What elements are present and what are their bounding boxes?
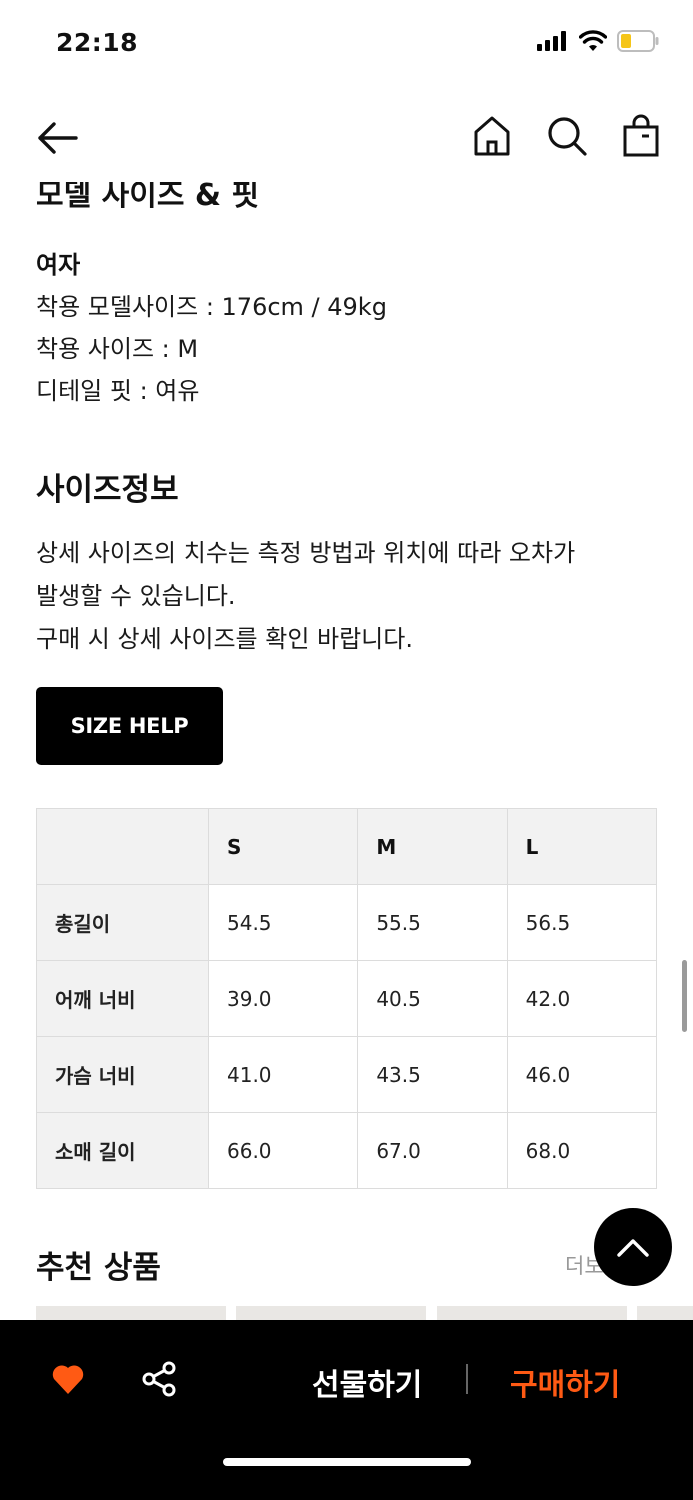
- recommend-title: 추천 상품: [36, 1250, 161, 1286]
- table-header-row: S M L: [36, 808, 658, 885]
- buy-button[interactable]: 구매하기: [510, 1360, 620, 1404]
- home-icon[interactable]: [472, 114, 512, 158]
- table-row-label: 소매 길이: [36, 1112, 209, 1189]
- table-row: 어깨 너비 39.0 40.5 42.0: [36, 960, 658, 1037]
- table-cell: 40.5: [357, 960, 508, 1037]
- table-row: 소매 길이 66.0 67.0 68.0: [36, 1112, 658, 1189]
- table-row-label: 어깨 너비: [36, 960, 209, 1037]
- gift-button[interactable]: 선물하기: [312, 1360, 422, 1404]
- table-cell: 67.0: [357, 1112, 508, 1189]
- model-size-line: 착용 모델사이즈 : 176cm / 49kg: [36, 293, 387, 321]
- size-table: S M L 총길이 54.5 55.5 56.5 어깨 너비 39.0 40.5…: [36, 808, 658, 1189]
- table-cell: 54.5: [207, 884, 359, 961]
- model-size-heading-text: 모델 사이즈 & 핏: [36, 182, 260, 213]
- product-thumbnail[interactable]: [236, 1306, 426, 1320]
- table-cell: 55.5: [357, 884, 508, 961]
- chevron-up-icon: [617, 1239, 649, 1257]
- size-desc-line: 구매 시 상세 사이즈를 확인 바랍니다.: [36, 625, 413, 653]
- table-header-cell: L: [506, 808, 658, 885]
- table-row: 총길이 54.5 55.5 56.5: [36, 884, 658, 961]
- size-info-title: 사이즈정보: [36, 472, 179, 508]
- home-indicator: [223, 1458, 471, 1466]
- shopping-bag-icon[interactable]: [622, 114, 660, 158]
- product-thumbnail[interactable]: [637, 1306, 693, 1320]
- wifi-icon: [579, 30, 607, 51]
- battery-icon: [617, 30, 659, 52]
- table-cell: 42.0: [506, 960, 658, 1037]
- scroll-to-top-button[interactable]: [594, 1208, 672, 1286]
- divider: [466, 1364, 468, 1394]
- status-time: 22:18: [56, 28, 139, 57]
- table-cell: 41.0: [207, 1036, 359, 1113]
- model-gender: 여자: [36, 251, 81, 279]
- table-cell: 68.0: [506, 1112, 658, 1189]
- table-header-cell: M: [357, 808, 508, 885]
- table-cell: 46.0: [506, 1036, 658, 1113]
- size-desc-line: 발생할 수 있습니다.: [36, 582, 236, 610]
- bottom-action-bar: 선물하기 구매하기: [0, 1320, 693, 1500]
- table-cell: 56.5: [506, 884, 658, 961]
- status-bar: 22:18: [0, 0, 693, 90]
- table-row: 가슴 너비 41.0 43.5 46.0: [36, 1036, 658, 1113]
- model-size-heading: 모델 사이즈 & 핏: [36, 182, 436, 214]
- table-header-cell: S: [207, 808, 359, 885]
- heart-icon[interactable]: [50, 1362, 86, 1396]
- status-icons: [537, 30, 659, 52]
- wear-size-line: 착용 사이즈 : M: [36, 335, 199, 363]
- top-nav-bar: [0, 100, 693, 180]
- detail-fit-line: 디테일 핏 : 여유: [36, 377, 200, 405]
- signal-icon: [537, 31, 566, 51]
- size-desc-line: 상세 사이즈의 치수는 측정 방법과 위치에 따라 오차가: [36, 539, 576, 567]
- recommend-thumbnails: [36, 1306, 693, 1320]
- scrollbar[interactable]: [682, 960, 687, 1032]
- arrow-left-icon[interactable]: [34, 118, 80, 158]
- table-cell: 39.0: [207, 960, 359, 1037]
- size-help-button[interactable]: SIZE HELP: [36, 687, 223, 765]
- table-row-label: 총길이: [36, 884, 209, 961]
- table-header-cell: [36, 808, 209, 885]
- share-icon[interactable]: [140, 1360, 178, 1398]
- model-info: 여자 착용 모델사이즈 : 176cm / 49kg 착용 사이즈 : M 디테…: [36, 244, 387, 412]
- product-thumbnail[interactable]: [437, 1306, 627, 1320]
- table-cell: 66.0: [207, 1112, 359, 1189]
- table-cell: 43.5: [357, 1036, 508, 1113]
- search-icon[interactable]: [546, 114, 588, 158]
- product-thumbnail[interactable]: [36, 1306, 226, 1320]
- table-row-label: 가슴 너비: [36, 1036, 209, 1113]
- size-info-description: 상세 사이즈의 치수는 측정 방법과 위치에 따라 오차가 발생할 수 있습니다…: [36, 532, 656, 661]
